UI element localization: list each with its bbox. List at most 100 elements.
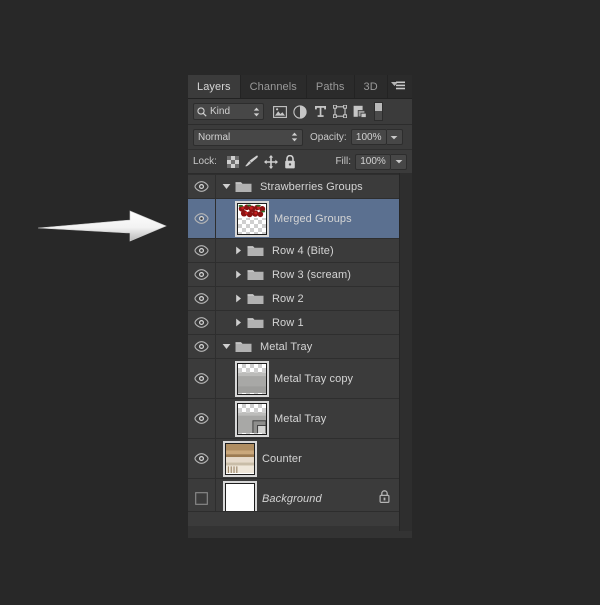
tab-channels[interactable]: Channels [240,75,307,98]
layer-row-body[interactable]: Counter [216,439,412,478]
eye-visibility-icon [194,293,209,304]
updown-stepper-icon[interactable] [253,107,260,117]
layer-row-body[interactable]: Strawberries Groups [216,175,412,198]
fill-input[interactable]: 100% [355,153,391,170]
group-disclosure-toggle[interactable] [231,270,245,279]
blend-mode-select[interactable]: Normal [193,128,303,146]
filter-type-layers-button[interactable] [310,102,330,121]
layer-row[interactable]: Metal Tray copy [188,359,412,399]
group-disclosure-toggle[interactable] [231,246,245,255]
layer-list-footer [188,511,412,526]
strawberries-thumbnail-art [238,203,266,218]
updown-stepper-icon[interactable] [291,132,298,142]
layer-thumbnail[interactable] [223,440,257,477]
group-disclosure-toggle[interactable] [231,318,245,327]
layer-visibility-toggle[interactable] [188,311,216,334]
layer-row-body[interactable]: Metal Tray copy [216,359,412,398]
layer-row-body[interactable]: Metal Tray [216,399,412,438]
layer-visibility-toggle[interactable] [188,399,216,438]
filter-shape-layers-button[interactable] [330,102,350,121]
layer-row[interactable]: Counter [188,439,412,479]
layer-visibility-toggle[interactable] [188,199,216,238]
layer-row-body[interactable]: Metal Tray [216,335,412,358]
filter-pixel-layers-button[interactable] [270,102,290,121]
filter-adjustment-layers-button[interactable] [290,102,310,121]
layer-row[interactable]: Background [188,479,412,511]
disclosure-triangle-open-icon[interactable] [222,182,231,191]
screenshot-stage: Layers Channels Paths 3D Kind Normal Opa… [0,0,600,605]
panel-scroll-gutter[interactable] [399,173,412,531]
layer-row-body[interactable]: Background [216,479,412,511]
fill-dropdown-button[interactable] [391,153,407,170]
filter-kind-select[interactable]: Kind [193,103,264,120]
tab-layers[interactable]: Layers [188,75,241,98]
layer-row[interactable]: Merged Groups [188,199,412,239]
opacity-dropdown-button[interactable] [386,129,403,145]
layer-row[interactable]: Metal Tray [188,335,412,359]
layer-name: Counter [262,452,302,465]
lock-image-pixels-button[interactable] [243,153,262,170]
layer-list[interactable]: Strawberries Groups Merged Groups Row 4 (B… [188,174,412,511]
layer-row[interactable]: Strawberries Groups [188,175,412,199]
group-disclosure-toggle[interactable] [231,294,245,303]
layer-thumbnail[interactable] [235,200,269,237]
lock-all-padlock-icon [285,154,296,168]
layer-visibility-toggle[interactable] [188,175,216,198]
group-folder [233,180,253,193]
lock-position-move-icon [264,154,279,169]
layer-name: Background [262,492,322,505]
layer-row[interactable]: Row 4 (Bite) [188,239,412,263]
counter-wood-thumbnail-art [226,443,254,474]
disclosure-triangle-closed-icon[interactable] [234,270,243,279]
layer-visibility-toggle[interactable] [188,359,216,398]
opacity-label: Opacity: [310,131,347,143]
eye-visibility-icon [194,269,209,280]
tab-paths[interactable]: Paths [306,75,355,98]
group-folder [245,292,265,305]
layer-thumbnail[interactable] [235,400,269,437]
blend-mode-value: Normal [198,131,231,143]
layer-locked-indicator [379,489,390,508]
group-folder [245,316,265,329]
layer-row-body[interactable]: Row 2 [216,287,412,310]
fill-label: Fill: [335,156,351,167]
layer-thumbnail[interactable] [235,360,269,397]
layer-locked-padlock-icon [379,489,390,503]
layer-name: Row 2 [272,292,304,305]
tab-3d[interactable]: 3D [354,75,388,98]
opacity-input[interactable]: 100% [350,129,387,145]
group-disclosure-toggle[interactable] [219,342,233,351]
disclosure-triangle-closed-icon[interactable] [234,294,243,303]
layer-row[interactable]: Metal Tray [188,399,412,439]
layer-row-body[interactable]: Merged Groups [216,199,412,238]
layer-visibility-toggle[interactable] [188,239,216,262]
layer-row-body[interactable]: Row 1 [216,311,412,334]
layer-row[interactable]: Row 2 [188,287,412,311]
layer-visibility-toggle[interactable] [188,263,216,286]
disclosure-triangle-closed-icon[interactable] [234,318,243,327]
eye-visibility-icon [194,317,209,328]
layer-visibility-toggle[interactable] [188,439,216,478]
layer-row[interactable]: Row 1 [188,311,412,335]
eye-hidden-empty-icon [195,492,208,505]
layer-row-body[interactable]: Row 4 (Bite) [216,239,412,262]
layer-visibility-toggle[interactable] [188,479,216,511]
layer-row[interactable]: Row 3 (scream) [188,263,412,287]
lock-all-button[interactable] [281,153,300,170]
group-disclosure-toggle[interactable] [219,182,233,191]
disclosure-triangle-open-icon[interactable] [222,342,231,351]
lock-transparent-pixels-button[interactable] [224,153,243,170]
disclosure-triangle-closed-icon[interactable] [234,246,243,255]
layer-name: Strawberries Groups [260,180,363,193]
filter-smart-objects-button[interactable] [350,102,370,121]
folder-icon [247,294,263,304]
lock-position-button[interactable] [262,153,281,170]
tab-channels-label: Channels [249,80,297,93]
filter-enable-toggle[interactable] [374,102,383,121]
layer-row-body[interactable]: Row 3 (scream) [216,263,412,286]
layer-visibility-toggle[interactable] [188,287,216,310]
layer-thumbnail[interactable] [223,480,257,511]
eye-visibility-icon [194,213,209,224]
panel-menu-button[interactable] [388,75,408,98]
layer-visibility-toggle[interactable] [188,335,216,358]
